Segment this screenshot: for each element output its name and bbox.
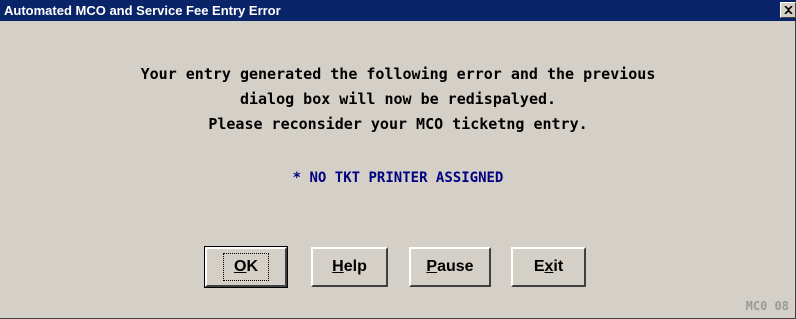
message-line-3: Please reconsider your MCO ticketng entr…	[208, 115, 588, 133]
pause-button-label: Pause	[426, 258, 474, 275]
close-icon	[783, 6, 793, 14]
dialog-title: Automated MCO and Service Fee Entry Erro…	[4, 3, 281, 18]
help-button[interactable]: Help	[311, 247, 388, 287]
error-dialog: Automated MCO and Service Fee Entry Erro…	[0, 0, 796, 319]
pause-button[interactable]: Pause	[409, 247, 491, 287]
ok-focus-rect: OK	[222, 253, 269, 281]
error-message: Your entry generated the following error…	[0, 62, 796, 137]
message-line-1: Your entry generated the following error…	[140, 65, 656, 83]
ok-button[interactable]: OK	[204, 246, 288, 288]
help-button-label: Help	[332, 258, 367, 275]
message-line-2: dialog box will now be redispalyed.	[239, 90, 557, 108]
exit-button-label: Exit	[533, 258, 564, 275]
close-button[interactable]	[780, 2, 796, 18]
title-bar[interactable]: Automated MCO and Service Fee Entry Erro…	[0, 0, 796, 21]
exit-button[interactable]: Exit	[511, 247, 586, 287]
ok-button-label: OK	[233, 258, 258, 275]
error-detail: * NO TKT PRINTER ASSIGNED	[292, 170, 504, 186]
screen-code: MC0 08	[745, 299, 789, 313]
